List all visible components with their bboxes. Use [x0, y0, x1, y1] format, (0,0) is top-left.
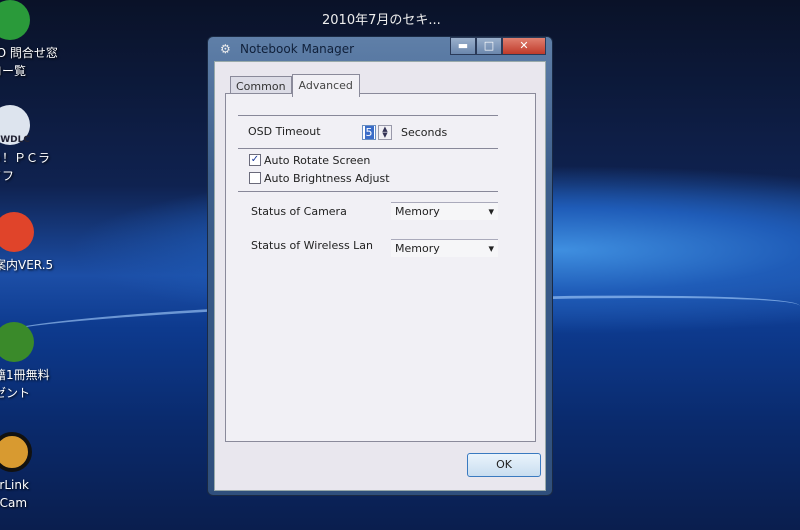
- close-button[interactable]: ✕: [502, 37, 546, 55]
- desktop-icon-3[interactable]: 案内VER.5: [0, 212, 104, 274]
- notebook-manager-window: ⚙ Notebook Manager ▬ □ ✕ Common Advanced…: [207, 36, 553, 496]
- auto-rotate-label[interactable]: Auto Rotate Screen: [264, 154, 370, 167]
- auto-rotate-checkbox[interactable]: ✓: [249, 154, 261, 166]
- tab-advanced[interactable]: Advanced: [291, 74, 360, 97]
- divider: [238, 191, 498, 192]
- icon-label: イフ: [0, 169, 15, 183]
- auto-brightness-label[interactable]: Auto Brightness Adjust: [264, 172, 390, 185]
- window-title: Notebook Manager: [240, 42, 355, 56]
- desktop-top-text: 2010年7月のセキ...: [322, 13, 441, 28]
- seconds-label: Seconds: [401, 126, 448, 139]
- minimize-button[interactable]: ▬: [450, 37, 476, 55]
- auto-brightness-checkbox[interactable]: [249, 172, 261, 184]
- divider: [238, 148, 498, 149]
- ok-button[interactable]: OK: [467, 453, 541, 477]
- icon-label: YO 問合せ窓: [0, 46, 58, 60]
- camera-status-label: Status of Camera: [251, 205, 347, 218]
- icon-label: う！ＰＣラ: [0, 151, 51, 165]
- wireless-status-label: Status of Wireless Lan: [251, 239, 374, 252]
- osd-timeout-spinner[interactable]: ▲ ▼: [378, 125, 392, 140]
- wireless-status-value: Memory: [395, 242, 440, 255]
- gear-icon: ⚙: [220, 42, 231, 56]
- icon-label: erLink: [0, 478, 29, 492]
- wireless-status-select[interactable]: Memory ▾: [391, 239, 498, 257]
- desktop-icon-2[interactable]: WDLC う！ＰＣライフ: [0, 105, 100, 185]
- osd-timeout-value: 5: [364, 126, 374, 139]
- icon-label: 案内VER.5: [0, 258, 54, 272]
- desktop-icon-5[interactable]: erLink uCam: [0, 432, 102, 512]
- advanced-panel: OSD Timeout 5 ▲ ▼ Seconds ✓ Auto Rotate S…: [225, 93, 536, 442]
- camera-status-value: Memory: [395, 205, 440, 218]
- camera-status-select[interactable]: Memory ▾: [391, 202, 498, 220]
- desktop-icon-4[interactable]: 籍1冊無料ゼント: [0, 322, 104, 402]
- desktop-icon-1[interactable]: YO 問合せ窓ロー覧: [0, 0, 100, 80]
- chevron-down-icon: ▾: [488, 242, 494, 255]
- client-area: Common Advanced OSD Timeout 5 ▲ ▼ Seconds…: [214, 61, 546, 491]
- maximize-button[interactable]: □: [476, 37, 502, 55]
- icon-label: 籍1冊無料: [0, 368, 50, 382]
- divider: [238, 115, 498, 116]
- icon-label: ロー覧: [0, 64, 27, 78]
- icon-label: uCam: [0, 496, 28, 510]
- icon-label: ゼント: [0, 386, 31, 400]
- chevron-down-icon: ▾: [488, 205, 494, 218]
- osd-timeout-label: OSD Timeout: [248, 125, 321, 138]
- osd-timeout-input[interactable]: 5: [362, 125, 376, 140]
- wdlc-logo-icon: WDLC: [0, 105, 30, 145]
